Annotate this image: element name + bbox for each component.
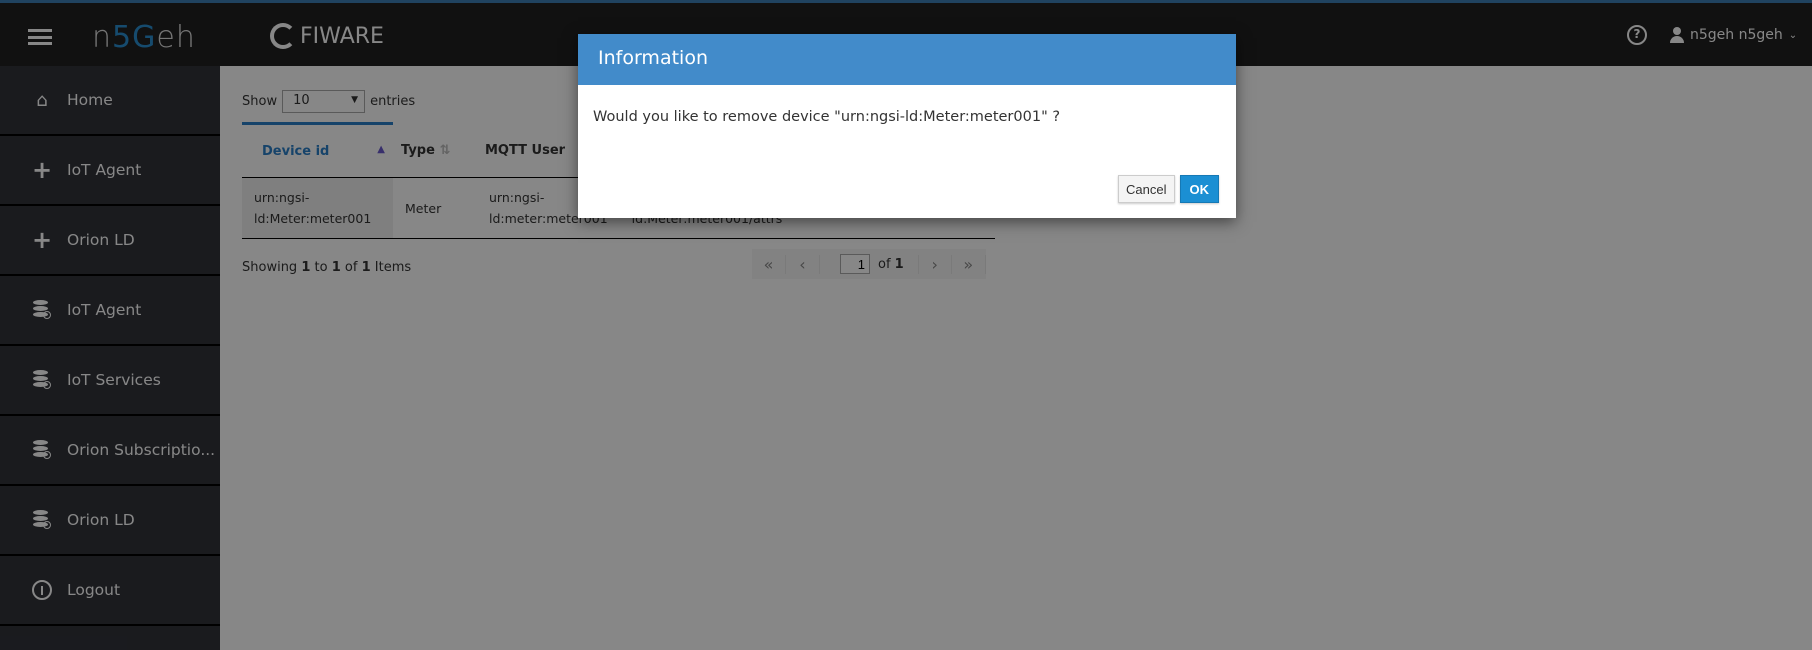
confirm-remove-dialog: Information Would you like to remove dev…	[578, 34, 1236, 218]
cancel-button[interactable]: Cancel	[1118, 175, 1175, 203]
dialog-message: Would you like to remove device "urn:ngs…	[593, 109, 1061, 125]
dialog-title: Information	[578, 34, 1236, 85]
ok-button[interactable]: OK	[1179, 175, 1219, 203]
